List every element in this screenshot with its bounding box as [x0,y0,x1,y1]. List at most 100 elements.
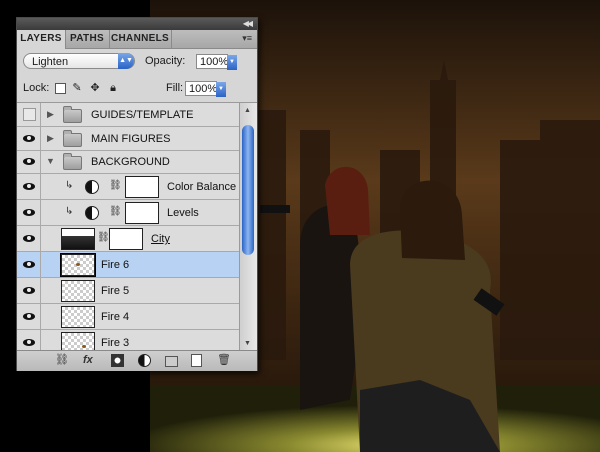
lock-move-icon[interactable]: ✥ [89,82,101,94]
eye-icon [23,135,35,142]
tab-paths[interactable]: PATHS [65,30,110,48]
new-adjustment-icon[interactable] [138,354,151,367]
trash-icon[interactable]: 🗑︎ [217,354,231,367]
eye-icon [23,313,35,320]
opacity-field[interactable]: 100% [196,54,228,69]
chevron-updown-icon: ▲▼ [118,53,134,69]
layer-thumbnail[interactable] [61,228,95,250]
eye-icon [23,261,35,268]
layers-list: ▶ GUIDES/TEMPLATE ▶ MAIN FIGURES ▼ BACKG… [17,102,239,351]
layers-panel: ◀◀ LAYERS PATHS CHANNELS ▾≡ Lighten ▲▼ O… [16,17,258,371]
eye-icon [23,339,35,346]
panel-menu-icon[interactable]: ▾≡ [242,33,252,44]
layer-row-color-balance[interactable]: ↳ ⛓ Color Balance [17,174,239,200]
layer-thumbnail[interactable] [60,253,96,277]
layer-thumbnail[interactable] [61,280,95,302]
fill-field[interactable]: 100% [185,81,217,96]
fill-label: Fill: [166,82,184,94]
eye-icon [23,287,35,294]
hidden-eye-icon [23,108,36,121]
folder-icon [63,130,82,147]
lock-all-icon[interactable]: 🔒︎ [107,82,119,94]
layer-row-levels[interactable]: ↳ ⛓ Levels [17,200,239,226]
visibility-toggle[interactable] [17,174,41,199]
layer-mask-thumbnail[interactable] [109,228,143,250]
fx-icon[interactable]: fx [83,354,93,367]
blend-opacity-row: Lighten ▲▼ Opacity: 100% ▼ [17,49,257,75]
visibility-toggle[interactable] [17,127,41,150]
layer-row-guides-template[interactable]: ▶ GUIDES/TEMPLATE [17,103,239,127]
layer-name: Fire 3 [101,337,130,349]
layer-name: Fire 4 [101,311,130,323]
opacity-dropdown-icon[interactable]: ▼ [227,55,237,70]
visibility-toggle[interactable] [17,304,41,329]
panel-tabs: LAYERS PATHS CHANNELS ▾≡ [17,30,257,49]
collapse-arrow-icon[interactable]: ▼ [46,156,55,166]
layer-name: City [151,233,170,245]
lock-transparent-icon[interactable] [55,83,66,94]
collapse-panel-icon[interactable]: ◀◀ [243,19,253,28]
panel-footer: ⛓ fx 🗑︎ [17,350,257,371]
layer-row-fire-4[interactable]: Fire 4 [17,304,239,330]
layer-thumbnail[interactable] [61,332,95,351]
eye-icon [23,158,35,165]
layer-mask-thumbnail[interactable] [125,176,159,198]
adjustment-layer-icon [85,206,99,220]
folder-icon [63,106,82,123]
visibility-toggle[interactable] [17,103,41,126]
visibility-toggle[interactable] [17,151,41,173]
layer-thumbnail[interactable] [61,306,95,328]
visibility-toggle[interactable] [17,278,41,303]
layer-mask-thumbnail[interactable] [125,202,159,224]
expand-arrow-icon[interactable]: ▶ [47,133,54,144]
blend-mode-value: Lighten [32,56,69,68]
lock-brush-icon[interactable]: ✎ [71,82,83,94]
scroll-down-icon[interactable]: ▼ [244,340,251,347]
layer-row-fire-3[interactable]: Fire 3 [17,330,239,351]
chain-link-icon[interactable]: ⛓ [97,232,110,243]
lock-fill-row: Lock: ✎ ✥ 🔒︎ Fill: 100% ▼ [17,78,257,102]
expand-arrow-icon[interactable]: ▶ [47,109,54,120]
fire-speck-icon [82,345,86,348]
new-group-icon[interactable] [165,356,178,367]
panel-titlebar[interactable]: ◀◀ [17,18,257,30]
layer-row-background[interactable]: ▼ BACKGROUND [17,151,239,174]
tab-channels[interactable]: CHANNELS [109,30,172,48]
layer-name: Color Balance [167,181,237,193]
eye-icon [23,183,35,190]
layer-name: Fire 5 [101,285,130,297]
clipping-arrow-icon: ↳ [65,180,74,191]
layers-scrollbar[interactable]: ▲ ▼ [239,102,257,351]
opacity-label: Opacity: [145,55,186,67]
fill-dropdown-icon[interactable]: ▼ [216,82,226,97]
layer-row-main-figures[interactable]: ▶ MAIN FIGURES [17,127,239,151]
eye-icon [23,235,35,242]
chain-link-icon[interactable]: ⛓ [109,206,122,217]
layer-name: GUIDES/TEMPLATE [91,109,194,121]
fire-speck-icon [76,263,80,266]
layer-name: BACKGROUND [91,156,170,168]
folder-icon [63,153,82,170]
scroll-up-icon[interactable]: ▲ [244,107,251,114]
visibility-toggle[interactable] [17,330,41,351]
visibility-toggle[interactable] [17,226,41,251]
layer-row-fire-5[interactable]: Fire 5 [17,278,239,304]
eye-icon [23,209,35,216]
lock-label: Lock: [23,82,50,94]
layer-name: Fire 6 [101,259,130,271]
layer-row-fire-6[interactable]: Fire 6 [17,252,239,278]
link-layers-icon[interactable]: ⛓ [55,354,69,367]
visibility-toggle[interactable] [17,252,41,277]
layer-name: Levels [167,207,199,219]
visibility-toggle[interactable] [17,200,41,225]
scrollbar-thumb[interactable] [242,125,254,255]
chain-link-icon[interactable]: ⛓ [109,180,122,191]
tab-layers[interactable]: LAYERS [17,30,66,49]
add-mask-icon[interactable] [111,354,124,367]
new-layer-icon[interactable] [191,354,202,367]
layer-name: MAIN FIGURES [91,133,171,145]
blend-mode-select[interactable]: Lighten ▲▼ [23,53,135,69]
clipping-arrow-icon: ↳ [65,206,74,217]
layer-row-city[interactable]: ⛓ City [17,226,239,252]
adjustment-layer-icon [85,180,99,194]
